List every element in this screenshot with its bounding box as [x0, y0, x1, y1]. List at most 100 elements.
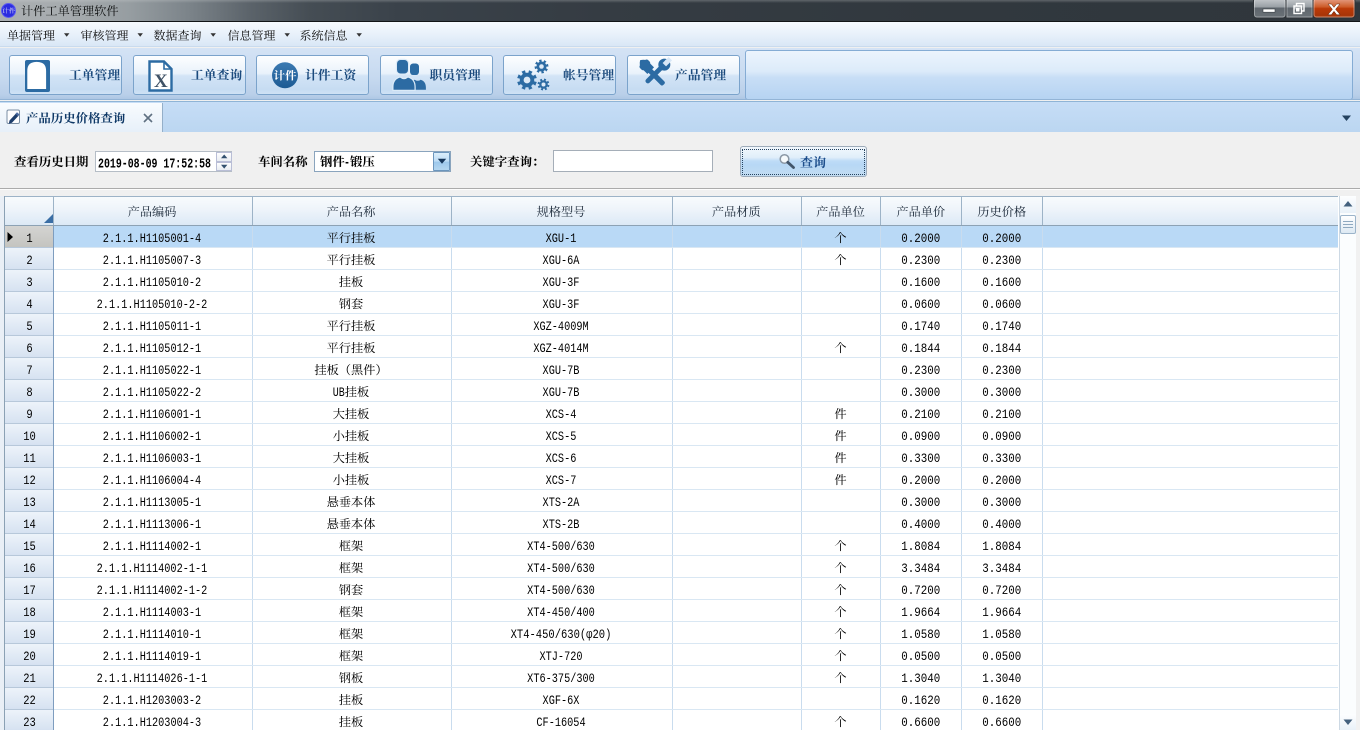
- svg-text:XT4-500/630: XT4-500/630: [527, 540, 595, 554]
- svg-text:0.6600: 0.6600: [901, 716, 940, 730]
- svg-text:2.1.1.H1105012-1: 2.1.1.H1105012-1: [103, 342, 201, 356]
- svg-text:2.1.1.H1114002-1-1: 2.1.1.H1114002-1-1: [97, 562, 208, 576]
- svg-text:1.9664: 1.9664: [982, 606, 1021, 620]
- svg-text:2.1.1.H1105001-4: 2.1.1.H1105001-4: [103, 232, 201, 246]
- svg-text:XT4-450/400: XT4-450/400: [527, 606, 595, 620]
- svg-text:2: 2: [26, 253, 32, 268]
- svg-text:0.7200: 0.7200: [901, 584, 940, 598]
- svg-text:2.1.1.H1114026-1-1: 2.1.1.H1114026-1-1: [97, 672, 208, 686]
- svg-text:2.1.1.H1203003-2: 2.1.1.H1203003-2: [103, 694, 201, 708]
- svg-text:0.3000: 0.3000: [901, 386, 940, 400]
- svg-text:0.0900: 0.0900: [901, 430, 940, 444]
- svg-text:0.3000: 0.3000: [982, 386, 1021, 400]
- svg-text:19: 19: [23, 627, 36, 642]
- svg-text:XGZ-4009M: XGZ-4009M: [533, 320, 588, 334]
- svg-text:2.1.1.H1113006-1: 2.1.1.H1113006-1: [103, 518, 201, 532]
- svg-text:2.1.1.H1106003-1: 2.1.1.H1106003-1: [103, 452, 201, 466]
- svg-text:2019-08-09 17:52:58: 2019-08-09 17:52:58: [98, 156, 211, 172]
- svg-text:0.1844: 0.1844: [901, 342, 940, 356]
- svg-text:2.1.1.H1114002-1: 2.1.1.H1114002-1: [103, 540, 201, 554]
- svg-text:0.3000: 0.3000: [901, 496, 940, 510]
- svg-text:2.1.1.H1106001-1: 2.1.1.H1106001-1: [103, 408, 201, 422]
- svg-text:2.1.1.H1114010-1: 2.1.1.H1114010-1: [103, 628, 201, 642]
- svg-text:18: 18: [23, 605, 36, 620]
- svg-text:3.3484: 3.3484: [901, 562, 940, 576]
- svg-text:6: 6: [26, 341, 32, 356]
- svg-text:0.1740: 0.1740: [901, 320, 940, 334]
- svg-text:0.6600: 0.6600: [982, 716, 1021, 730]
- svg-text:0.0900: 0.0900: [982, 430, 1021, 444]
- svg-text:1.8084: 1.8084: [982, 540, 1021, 554]
- svg-text:13: 13: [23, 495, 36, 510]
- svg-text:1.3040: 1.3040: [901, 672, 940, 686]
- svg-text:XGU-6A: XGU-6A: [543, 254, 580, 268]
- svg-text:0.7200: 0.7200: [982, 584, 1021, 598]
- svg-text:8: 8: [26, 385, 32, 400]
- svg-text:17: 17: [23, 583, 36, 598]
- svg-text:22: 22: [23, 693, 36, 708]
- svg-text:0.1620: 0.1620: [982, 694, 1021, 708]
- svg-text:2.1.1.H1113005-1: 2.1.1.H1113005-1: [103, 496, 201, 510]
- svg-text:0.1620: 0.1620: [901, 694, 940, 708]
- svg-text:0.1600: 0.1600: [982, 276, 1021, 290]
- svg-text:0.3300: 0.3300: [982, 452, 1021, 466]
- svg-text:XGF-6X: XGF-6X: [543, 694, 580, 708]
- svg-text:2.1.1.H1106004-4: 2.1.1.H1106004-4: [103, 474, 201, 488]
- svg-text:XTS-2A: XTS-2A: [543, 496, 580, 510]
- svg-text:4: 4: [26, 297, 32, 312]
- svg-text:10: 10: [23, 429, 36, 444]
- svg-text:21: 21: [23, 671, 36, 686]
- svg-text:XCS-7: XCS-7: [546, 474, 577, 488]
- svg-text:2.1.1.H1105011-1: 2.1.1.H1105011-1: [103, 320, 201, 334]
- svg-text:2.1.1.H1105010-2: 2.1.1.H1105010-2: [103, 276, 201, 290]
- svg-text:XCS-6: XCS-6: [546, 452, 577, 466]
- svg-text:XT6-375/300: XT6-375/300: [527, 672, 595, 686]
- svg-text:0.1600: 0.1600: [901, 276, 940, 290]
- svg-text:-: -: [344, 155, 350, 170]
- svg-text:XCS-4: XCS-4: [546, 408, 577, 422]
- svg-text:12: 12: [23, 473, 36, 488]
- svg-text:1.9664: 1.9664: [901, 606, 940, 620]
- svg-text:X: X: [154, 71, 168, 92]
- svg-text:0.4000: 0.4000: [982, 518, 1021, 532]
- svg-text:11: 11: [23, 451, 36, 466]
- svg-text:0.1740: 0.1740: [982, 320, 1021, 334]
- svg-text:2.1.1.H1105007-3: 2.1.1.H1105007-3: [103, 254, 201, 268]
- svg-text:0.2300: 0.2300: [982, 364, 1021, 378]
- svg-text:3.3484: 3.3484: [982, 562, 1021, 576]
- svg-text:XT4-500/630: XT4-500/630: [527, 584, 595, 598]
- svg-text:3: 3: [26, 275, 32, 290]
- svg-text:2.1.1.H1105022-2: 2.1.1.H1105022-2: [103, 386, 201, 400]
- svg-text:XCS-5: XCS-5: [546, 430, 577, 444]
- svg-text:1: 1: [26, 231, 32, 246]
- svg-text:23: 23: [23, 715, 36, 730]
- svg-text:0.0500: 0.0500: [982, 650, 1021, 664]
- svg-text:2.1.1.H1114003-1: 2.1.1.H1114003-1: [103, 606, 201, 620]
- svg-text:0.2000: 0.2000: [901, 474, 940, 488]
- svg-text:2.1.1.H1114002-1-2: 2.1.1.H1114002-1-2: [97, 584, 208, 598]
- svg-text:XGU-7B: XGU-7B: [543, 364, 580, 378]
- svg-text:0.3000: 0.3000: [982, 496, 1021, 510]
- svg-text:0.0600: 0.0600: [901, 298, 940, 312]
- svg-text:2.1.1.H1105022-1: 2.1.1.H1105022-1: [103, 364, 201, 378]
- svg-text:XGU-1: XGU-1: [546, 232, 577, 246]
- svg-text:XTJ-720: XTJ-720: [539, 650, 582, 664]
- svg-text:0.4000: 0.4000: [901, 518, 940, 532]
- svg-text:0.0600: 0.0600: [982, 298, 1021, 312]
- svg-text:1.8084: 1.8084: [901, 540, 940, 554]
- svg-text:7: 7: [26, 363, 32, 378]
- svg-text:0.2100: 0.2100: [901, 408, 940, 422]
- svg-text:2.1.1.H1106002-1: 2.1.1.H1106002-1: [103, 430, 201, 444]
- svg-text:15: 15: [23, 539, 36, 554]
- svg-text:1.0580: 1.0580: [901, 628, 940, 642]
- svg-text:XT4-450/630(φ20): XT4-450/630(φ20): [511, 628, 612, 642]
- svg-text:0.2300: 0.2300: [901, 364, 940, 378]
- svg-text:0.2000: 0.2000: [901, 232, 940, 246]
- svg-text:XT4-500/630: XT4-500/630: [527, 562, 595, 576]
- svg-text:0.2100: 0.2100: [982, 408, 1021, 422]
- svg-text:0.3300: 0.3300: [901, 452, 940, 466]
- svg-text:1.0580: 1.0580: [982, 628, 1021, 642]
- svg-text:0.2300: 0.2300: [901, 254, 940, 268]
- svg-text:UB: UB: [333, 386, 345, 400]
- svg-text:XTS-2B: XTS-2B: [543, 518, 580, 532]
